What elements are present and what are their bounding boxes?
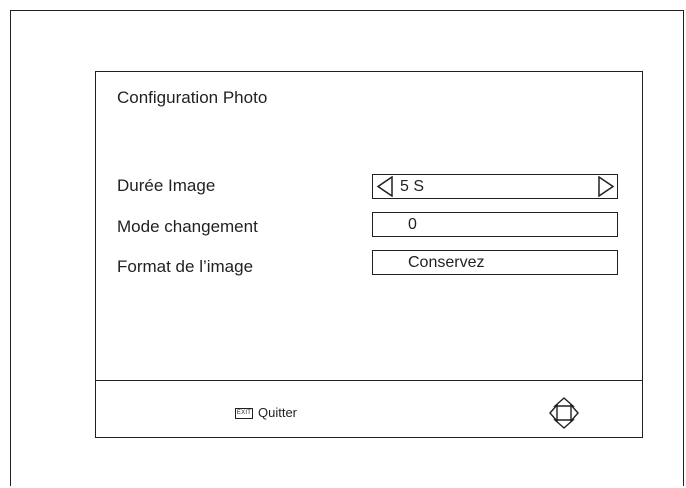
row-label-slide-duration: Durée Image [117,176,216,195]
menu-title: Configuration Photo [117,88,268,107]
slide-duration-value: 5 S [400,178,425,195]
row-label-transition-mode: Mode changement [117,217,258,236]
image-format-value: Conservez [408,254,485,271]
row-label-image-format: Format de l’image [117,257,254,276]
arrow-right-icon[interactable] [596,176,616,197]
quit-label[interactable]: Quitter [258,405,297,420]
photo-settings-panel: Configuration Photo Durée Image 5 S Mode… [95,71,643,438]
dpad-icon [549,397,579,429]
footer-divider [96,380,642,381]
slide-duration-selector[interactable]: 5 S [372,174,618,199]
arrow-left-icon[interactable] [375,176,395,197]
transition-mode-value: 0 [408,216,417,233]
transition-mode-field[interactable]: 0 [372,212,618,237]
image-format-field[interactable]: Conservez [372,250,618,275]
exit-key-icon[interactable]: EXIT [235,408,253,419]
